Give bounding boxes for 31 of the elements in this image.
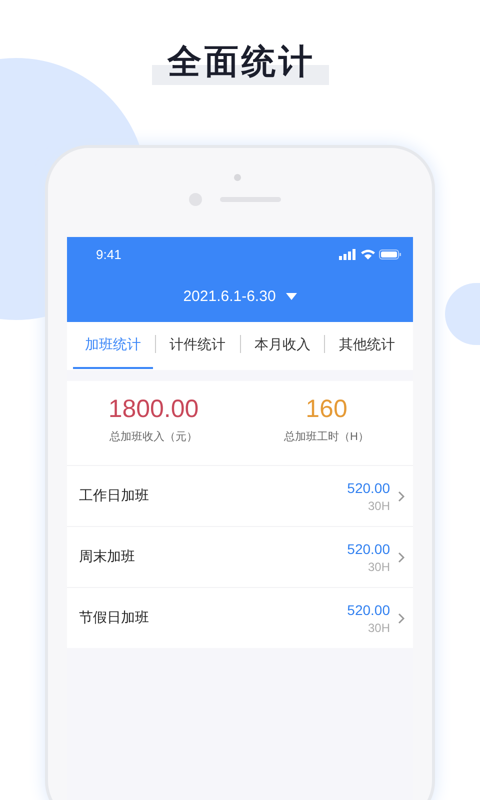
stat-value: 1800.00 bbox=[108, 395, 199, 423]
stat-value: 160 bbox=[306, 395, 348, 423]
date-range-dropdown[interactable]: 2021.6.1-6.30 bbox=[179, 286, 301, 307]
status-time: 9:41 bbox=[96, 246, 122, 262]
list-row[interactable]: 工作日加班 520.00 30H bbox=[67, 465, 413, 526]
row-label: 工作日加班 bbox=[79, 487, 150, 505]
tab[interactable]: 计件统计 bbox=[158, 322, 238, 369]
chevron-icon bbox=[398, 612, 405, 624]
tab[interactable]: 加班统计 bbox=[73, 322, 153, 369]
chevron-icon bbox=[398, 552, 405, 562]
row-hours: 30H bbox=[368, 620, 390, 634]
row-label: 节假日加班 bbox=[79, 609, 150, 627]
caret-icon bbox=[286, 293, 297, 300]
signal-icon bbox=[339, 248, 356, 260]
list-row[interactable]: 周末加班 520.00 30H bbox=[67, 526, 413, 587]
list-row[interactable]: 节假日加班 520.00 30H bbox=[67, 587, 413, 648]
tab[interactable]: 其他统计 bbox=[327, 322, 407, 369]
sensor-dot bbox=[234, 174, 240, 181]
row-label: 周末加班 bbox=[79, 548, 136, 566]
row-hours: 30H bbox=[368, 560, 390, 574]
stat-label: 总加班收入（元） bbox=[110, 430, 198, 444]
row-amount: 520.00 bbox=[347, 602, 390, 618]
wifi-icon bbox=[360, 248, 375, 260]
headline: 全面统计 bbox=[152, 44, 328, 85]
chevron-icon bbox=[398, 490, 405, 502]
stat-label: 总加班工时（H） bbox=[284, 430, 369, 444]
row-amount: 520.00 bbox=[347, 480, 390, 496]
row-hours: 30H bbox=[368, 498, 390, 512]
row-amount: 520.00 bbox=[347, 540, 390, 556]
battery-icon bbox=[379, 248, 401, 260]
tab[interactable]: 本月收入 bbox=[242, 322, 322, 369]
